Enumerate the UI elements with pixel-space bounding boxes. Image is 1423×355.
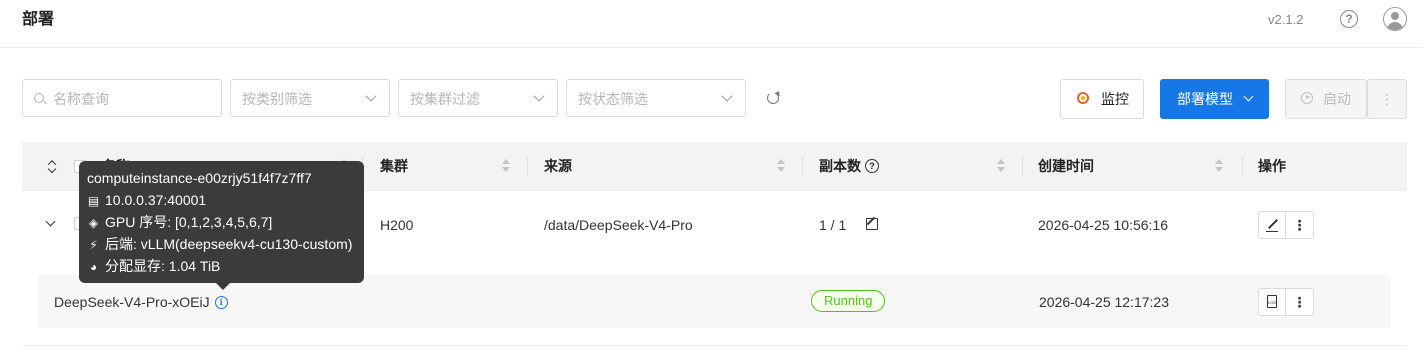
help-icon[interactable]: ? (1340, 10, 1358, 28)
name-search-input[interactable]: 名称查询 (22, 79, 222, 117)
column-divider (1022, 156, 1023, 176)
instance-name-cell: DeepSeek-V4-Pro-xOEiJ i (54, 292, 228, 312)
status-filter-placeholder: 按状态筛选 (578, 91, 648, 107)
version-label: v2.1.2 (1268, 12, 1304, 27)
sort-icon[interactable] (777, 159, 785, 173)
instance-name: DeepSeek-V4-Pro-xOEiJ (54, 294, 210, 310)
row-collapse-icon[interactable] (45, 216, 56, 227)
deploy-model-button-label: 部署模型 (1177, 91, 1233, 107)
instance-more-button[interactable]: ⋮ (1286, 288, 1314, 316)
column-cluster[interactable]: 集群 (380, 142, 408, 190)
deploy-model-button[interactable]: 部署模型 (1160, 79, 1269, 119)
question-icon[interactable]: ? (865, 159, 879, 174)
sort-icon[interactable] (1215, 159, 1223, 173)
logs-button[interactable]: LOG (1258, 288, 1286, 316)
column-replicas-label: 副本数 (819, 158, 861, 174)
refresh-icon[interactable] (767, 92, 779, 104)
chevron-down-icon (1243, 91, 1254, 102)
tooltip-backend: 后端: vLLM(deepseekv4-cu130-custom) (105, 236, 353, 252)
row-replicas: 1 / 1 (819, 217, 847, 233)
cluster-filter-select[interactable]: 按集群过滤 (398, 79, 558, 117)
row-cluster: H200 (380, 217, 414, 233)
chevron-down-icon (721, 90, 733, 102)
tooltip-gpu: GPU 序号: [0,1,2,3,4,5,6,7] (105, 214, 273, 230)
start-button-label: 启动 (1323, 91, 1351, 107)
column-replicas[interactable]: 副本数? (819, 142, 879, 190)
play-icon (1301, 92, 1313, 104)
column-source[interactable]: 来源 (544, 142, 572, 190)
page-title: 部署 (22, 11, 55, 28)
name-search-placeholder: 名称查询 (53, 91, 109, 107)
row-more-button[interactable]: ⋮ (1286, 211, 1314, 239)
row-created: 2026-04-25 10:56:16 (1038, 217, 1168, 233)
column-divider (527, 156, 528, 176)
tooltip-address: 10.0.0.37:40001 (105, 192, 207, 208)
header-divider (0, 47, 1423, 48)
server-icon: ▤ (87, 194, 100, 208)
cluster-filter-placeholder: 按集群过滤 (410, 91, 480, 107)
chevron-down-icon (533, 90, 545, 102)
instance-created: 2026-04-25 12:17:23 (1039, 294, 1169, 310)
monitor-button[interactable]: 监控 (1060, 79, 1144, 119)
status-badge: Running (811, 290, 886, 312)
column-divider (1242, 156, 1243, 176)
pie-chart-icon: ◕ (89, 260, 98, 274)
chevron-down-icon (365, 90, 377, 102)
tooltip-memory: 分配显存: 1.04 TiB (105, 258, 221, 274)
sort-icon[interactable] (502, 159, 510, 173)
lightning-icon: ⚡ (89, 238, 98, 252)
info-icon[interactable]: i (214, 295, 228, 309)
category-filter-placeholder: 按类别筛选 (242, 91, 312, 107)
pencil-base (1266, 231, 1278, 233)
tooltip-instance: computeinstance-e00zrjy51f4f7z7ff7 (87, 170, 312, 186)
category-filter-select[interactable]: 按类别筛选 (230, 79, 390, 117)
user-avatar-icon[interactable] (1383, 7, 1407, 31)
instance-tooltip: computeinstance-e00zrjy51f4f7z7ff7 ▤ 10.0… (79, 161, 364, 283)
start-button[interactable]: 启动 (1285, 79, 1367, 119)
edit-button[interactable] (1258, 211, 1286, 239)
edit-replicas-icon[interactable] (866, 218, 878, 230)
row-source: /data/DeepSeek-V4-Pro (544, 217, 693, 233)
monitor-icon (1077, 92, 1089, 104)
log-file-icon: LOG (1267, 295, 1277, 308)
tooltip-arrow (216, 283, 230, 290)
pencil-icon (1268, 219, 1278, 229)
chip-icon: ◈ (88, 216, 99, 230)
column-actions: 操作 (1258, 158, 1286, 174)
column-created[interactable]: 创建时间 (1038, 142, 1094, 190)
table-bottom-divider (22, 345, 1407, 346)
sort-icon[interactable] (997, 159, 1005, 173)
search-icon (34, 93, 44, 103)
expand-all-icon[interactable] (48, 160, 58, 174)
column-divider (802, 156, 803, 176)
monitor-button-label: 监控 (1101, 91, 1129, 107)
more-actions-button[interactable]: ⋮ (1367, 79, 1407, 119)
status-filter-select[interactable]: 按状态筛选 (566, 79, 746, 117)
